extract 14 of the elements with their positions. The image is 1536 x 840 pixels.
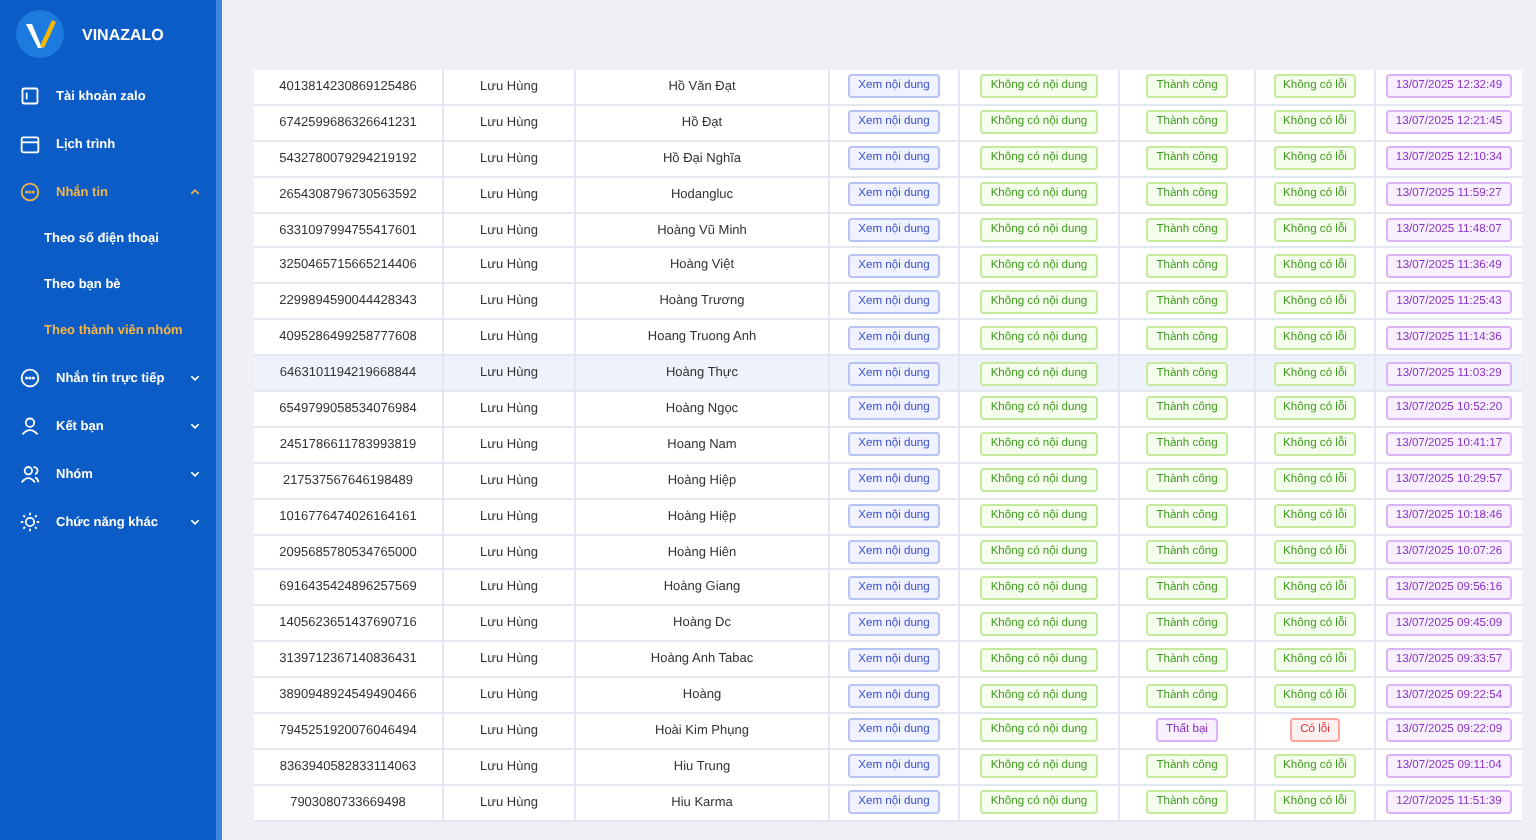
chevron-icon <box>190 188 200 196</box>
user-icon <box>20 416 40 436</box>
users-icon <box>20 464 40 484</box>
calendar-icon <box>20 134 40 154</box>
card-icon <box>20 86 40 106</box>
sun-icon <box>20 512 40 532</box>
chevron-icon <box>190 470 200 478</box>
chevron-icon <box>190 422 200 430</box>
chevron-icon <box>190 374 200 382</box>
chat-bubble-icon <box>20 182 40 202</box>
brand-name: VINAZALO <box>82 25 164 43</box>
logo-icon <box>16 10 64 58</box>
chevron-icon <box>190 518 200 526</box>
chat-bubble-icon <box>20 368 40 388</box>
